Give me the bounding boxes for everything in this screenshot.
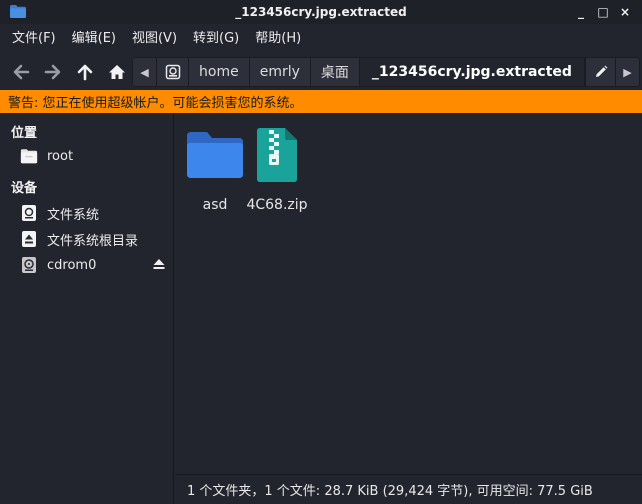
pencil-icon	[595, 65, 607, 77]
home-button[interactable]	[102, 57, 132, 87]
forward-button[interactable]	[38, 57, 68, 87]
sidebar-item-label: cdrom0	[47, 257, 97, 273]
back-button[interactable]	[6, 57, 36, 87]
zip-archive-icon	[247, 125, 307, 185]
status-bar: 1 个文件夹，1 个文件: 28.7 KiB (29,424 字节), 可用空间…	[175, 474, 642, 504]
menu-file[interactable]: 文件(F)	[4, 24, 64, 54]
sidebar-heading-places: 位置	[11, 126, 38, 141]
arrow-left-icon	[13, 64, 30, 80]
home-icon	[109, 65, 125, 79]
title-bar: _123456cry.jpg.extracted _ □ ×	[0, 0, 642, 24]
path-bar: ◀ home emrly 桌面 _123456cry.jpg.extracted…	[132, 57, 640, 87]
path-crumb-home[interactable]: home	[189, 58, 250, 86]
toolbar: ◀ home emrly 桌面 _123456cry.jpg.extracted…	[0, 54, 642, 90]
drive-root-icon	[20, 230, 38, 248]
arrow-up-icon	[77, 64, 93, 81]
maximize-button[interactable]: □	[594, 3, 612, 21]
sidebar: 位置 root 设备 文件系统 文件系统根目录 cdrom0	[0, 113, 174, 504]
up-button[interactable]	[70, 57, 100, 87]
file-name: asd	[202, 197, 228, 213]
path-scroll-left-button[interactable]: ◀	[133, 58, 157, 86]
menu-edit[interactable]: 编辑(E)	[64, 24, 124, 54]
sidebar-item-filesystem[interactable]: 文件系统	[20, 202, 170, 224]
minimize-button[interactable]: _	[572, 3, 590, 21]
path-scroll-right-button[interactable]: ▶	[615, 58, 639, 86]
drive-icon	[165, 64, 180, 80]
file-item-zip[interactable]: 4C68.zip	[237, 125, 317, 213]
folder-home-icon	[20, 147, 38, 165]
menu-view[interactable]: 视图(V)	[124, 24, 185, 54]
sidebar-item-label: 文件系统根目录	[47, 233, 139, 249]
path-crumb-emrly[interactable]: emrly	[250, 58, 311, 86]
close-button[interactable]: ×	[616, 3, 634, 21]
sidebar-item-label: 文件系统	[47, 207, 100, 223]
sidebar-item-root[interactable]: root	[20, 145, 170, 167]
menu-help[interactable]: 帮助(H)	[247, 24, 309, 54]
file-view: asd 4C68.zip	[175, 113, 642, 474]
sidebar-item-label: root	[47, 148, 74, 164]
window-controls: _ □ ×	[572, 3, 634, 21]
file-manager-window: _123456cry.jpg.extracted _ □ × 文件(F) 编辑(…	[0, 0, 642, 504]
eject-icon[interactable]	[152, 257, 166, 271]
folder-icon	[185, 125, 245, 185]
drive-icon	[20, 204, 38, 222]
sidebar-heading-devices: 设备	[11, 181, 38, 196]
window-title: _123456cry.jpg.extracted	[235, 5, 407, 19]
path-crumb-current[interactable]: _123456cry.jpg.extracted	[359, 58, 585, 86]
path-root-drive[interactable]	[157, 58, 189, 86]
arrow-right-icon	[44, 64, 61, 80]
menu-bar: 文件(F) 编辑(E) 视图(V) 转到(G) 帮助(H)	[0, 24, 642, 54]
optical-drive-icon	[20, 256, 38, 274]
sidebar-item-filesystem-root[interactable]: 文件系统根目录	[20, 228, 170, 250]
menu-go[interactable]: 转到(G)	[185, 24, 247, 54]
root-warning-banner: 警告: 您正在使用超级帐户。可能会损害您的系统。	[0, 90, 642, 113]
path-crumb-desktop[interactable]: 桌面	[311, 58, 360, 86]
path-edit-button[interactable]	[585, 58, 615, 86]
folder-icon	[10, 5, 26, 18]
file-name: 4C68.zip	[246, 197, 308, 213]
sidebar-item-cdrom0[interactable]: cdrom0	[20, 254, 170, 276]
